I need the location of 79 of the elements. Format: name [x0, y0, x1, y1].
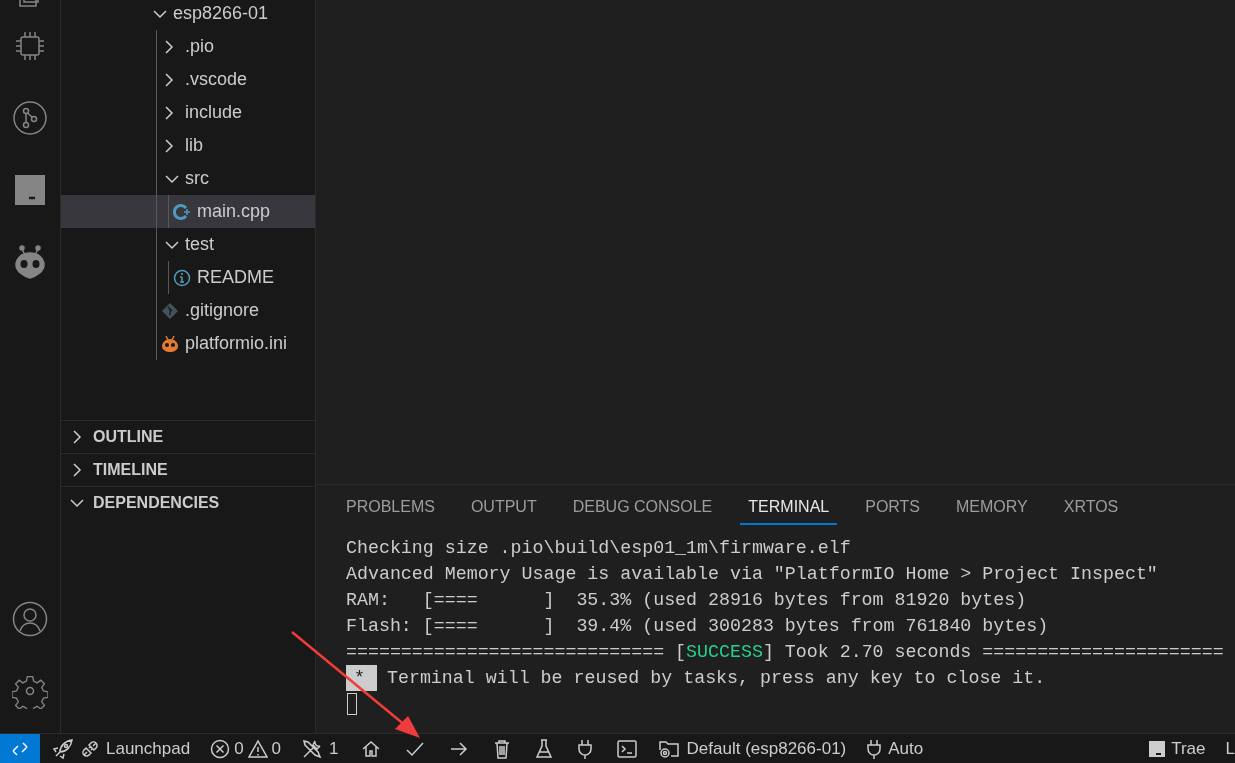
- file-name: .vscode: [185, 69, 248, 90]
- folder-row[interactable]: src: [61, 162, 315, 195]
- file-row[interactable]: platformio.ini: [61, 327, 315, 360]
- chevron-down-icon: [164, 173, 180, 184]
- panel-tab[interactable]: MEMORY: [948, 485, 1036, 529]
- chevron-right-icon: [72, 429, 82, 445]
- tools-icon: [301, 737, 324, 760]
- chevron-down-icon: [164, 239, 180, 250]
- cpp-file-icon: [173, 202, 191, 221]
- panel-tab[interactable]: TERMINAL: [740, 489, 838, 525]
- status-item[interactable]: Default (esp8266-01): [648, 734, 857, 763]
- folder-row[interactable]: test: [61, 228, 315, 261]
- chevron-right-icon: [164, 137, 174, 154]
- folder-row[interactable]: .pio: [61, 30, 315, 63]
- info-icon: [173, 268, 191, 287]
- panel-tab[interactable]: PORTS: [857, 485, 929, 529]
- warning-icon: [247, 738, 268, 759]
- terminal-line: Checking size .pio\build\esp01_1m\firmware.elf: [346, 537, 851, 560]
- chevron-right-icon: [164, 71, 174, 88]
- file-name: README: [197, 267, 274, 288]
- chevron-down-icon: [152, 8, 168, 19]
- settings-icon[interactable]: [12, 673, 48, 709]
- plug-icon[interactable]: [576, 738, 593, 759]
- status-item[interactable]: Launchpad: [40, 734, 201, 763]
- alien-file-icon: [161, 334, 179, 353]
- diamond-file-icon: [161, 301, 179, 320]
- file-name: lib: [185, 135, 203, 156]
- status-item[interactable]: 1: [291, 734, 349, 763]
- trash-icon[interactable]: [492, 738, 511, 759]
- folder-row[interactable]: esp8266-01: [61, 0, 315, 30]
- problems-status[interactable]: 0 0: [200, 734, 292, 763]
- terminal-line: Terminal will be reused by tasks, press any key to close it.: [387, 667, 1046, 690]
- folder-row[interactable]: lib: [61, 129, 315, 162]
- section-header[interactable]: OUTLINE: [61, 420, 315, 453]
- chevron-right-icon: [164, 104, 174, 121]
- chevron-right-icon: [72, 462, 82, 478]
- folder-gear-icon: [658, 738, 681, 759]
- panel-tab[interactable]: DEBUG CONSOLE: [564, 485, 721, 529]
- home-icon[interactable]: [360, 738, 381, 759]
- terminal-line: ============================= [SUCCESS] Took 2.70 seconds ======================: [346, 641, 1224, 664]
- panel-tab[interactable]: XRTOS: [1055, 485, 1127, 529]
- folder-row[interactable]: include: [61, 96, 315, 129]
- task-marker: *: [346, 665, 377, 691]
- status-item[interactable]: Auto: [856, 734, 934, 763]
- error-icon: [210, 738, 231, 759]
- chip-icon[interactable]: [14, 30, 46, 62]
- terminal-line: RAM: [==== ] 35.3% (used 28916 bytes from 81920 bytes): [346, 589, 1027, 612]
- terminal-icon[interactable]: [616, 738, 637, 759]
- panel-tab[interactable]: OUTPUT: [462, 485, 545, 529]
- status-item[interactable]: Trae: [1139, 734, 1216, 763]
- panel-icon: [1149, 739, 1166, 758]
- terminal-cursor: [347, 693, 357, 715]
- rocket-icon: [52, 737, 74, 760]
- file-name: .pio: [185, 36, 215, 57]
- section-header[interactable]: TIMELINE: [61, 453, 315, 486]
- file-name: platformio.ini: [185, 333, 288, 354]
- file-name: .gitignore: [185, 300, 260, 321]
- file-row[interactable]: README: [61, 261, 315, 294]
- file-name: src: [185, 168, 209, 189]
- panel-tab[interactable]: PROBLEMS: [338, 485, 443, 529]
- file-name: test: [185, 234, 214, 255]
- file-row[interactable]: main.cpp: [61, 195, 315, 228]
- source-control-icon[interactable]: [12, 100, 48, 136]
- folder-row[interactable]: .vscode: [61, 63, 315, 96]
- terminal-line: Flash: [==== ] 39.4% (used 300283 bytes from 761840 bytes): [346, 615, 1049, 638]
- file-name: include: [185, 102, 243, 123]
- file-name: esp8266-01: [173, 3, 269, 24]
- status-item[interactable]: L: [1215, 734, 1235, 763]
- plug-icon: [80, 738, 100, 759]
- section-header[interactable]: DEPENDENCIES: [61, 486, 315, 519]
- file-row[interactable]: .gitignore: [61, 294, 315, 327]
- terminal-line: Advanced Memory Usage is available via "PlatformIO Home > Project Inspect": [346, 563, 1158, 586]
- alien-icon[interactable]: [13, 245, 47, 279]
- chevron-right-icon: [164, 38, 174, 55]
- account-icon[interactable]: [12, 601, 48, 637]
- file-name: main.cpp: [197, 201, 271, 222]
- chevron-down-icon: [69, 498, 85, 508]
- flask-icon[interactable]: [534, 738, 553, 759]
- plug-icon: [866, 738, 883, 759]
